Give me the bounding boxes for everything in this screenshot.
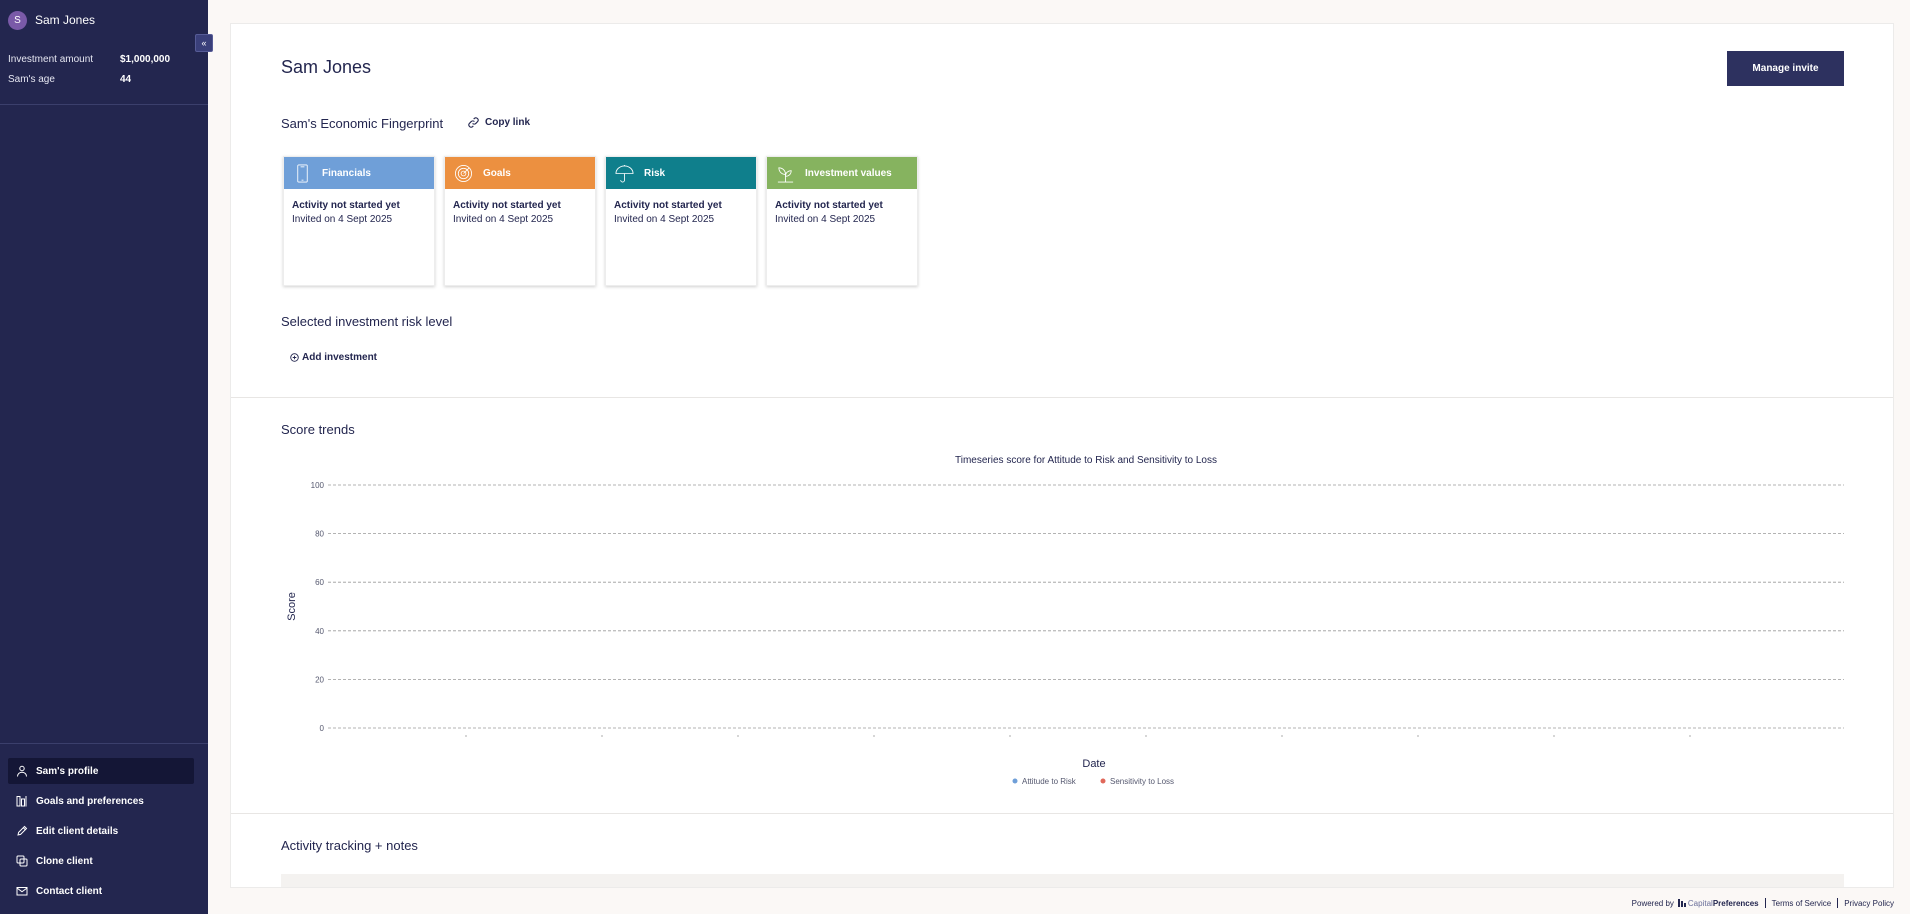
activity-section: Activity tracking + notes xyxy=(231,814,1893,887)
phone-icon xyxy=(297,164,308,182)
chevron-left-icon[interactable]: « xyxy=(195,34,213,52)
sidebar-item-label: Goals and preferences xyxy=(36,795,144,807)
card-goals[interactable]: Goals Activity not started yet Invited o… xyxy=(444,156,596,286)
score-trend-chart: Timeseries score for Attitude to Risk an… xyxy=(286,455,1844,786)
brand-light: Capital xyxy=(1687,898,1713,908)
sidebar-item-contact[interactable]: Contact client xyxy=(8,878,200,904)
pencil-icon xyxy=(17,825,28,836)
info-value: $1,000,000 xyxy=(120,54,171,65)
y-tick-label: 100 xyxy=(311,481,325,490)
powered-by-text: Powered by xyxy=(1631,898,1674,908)
card-invited: Invited on 4 Sept 2025 xyxy=(775,214,876,225)
add-investment-button[interactable]: Add investment xyxy=(290,352,377,363)
bars-icon xyxy=(16,796,27,807)
copy-icon xyxy=(16,855,28,867)
legend-marker xyxy=(1100,778,1106,784)
card-investment-values[interactable]: Investment values Activity not started y… xyxy=(766,156,918,286)
card-title: Risk xyxy=(644,167,666,179)
score-trends-section: Score trends Timeseries score for Attitu… xyxy=(231,398,1893,814)
card-status: Activity not started yet xyxy=(775,200,883,211)
sidebar-item-edit[interactable]: Edit client details xyxy=(8,818,200,844)
card-title: Goals xyxy=(483,167,511,179)
avatar[interactable]: S xyxy=(8,10,27,30)
sidebar-header: S Sam Jones xyxy=(0,0,208,40)
sidebar-item-goals[interactable]: Goals and preferences xyxy=(8,788,200,814)
privacy-link[interactable]: Privacy Policy xyxy=(1844,899,1894,908)
manage-invite-button[interactable]: Manage invite xyxy=(1727,51,1844,86)
card-header: Investment values xyxy=(767,157,917,189)
profile-section: Sam Jones Manage invite Sam's Economic F… xyxy=(231,24,1893,398)
main-content: Sam Jones Manage invite Sam's Economic F… xyxy=(230,23,1894,888)
sidebar-item-clone[interactable]: Clone client xyxy=(8,848,200,874)
add-investment-label: Add investment xyxy=(302,352,378,363)
brand-bold: Preferences xyxy=(1712,898,1759,908)
activity-panel xyxy=(281,874,1844,887)
footer: Powered by Capital Preferences Terms of S… xyxy=(1632,898,1894,908)
fingerprint-title: Sam's Economic Fingerprint xyxy=(281,116,444,131)
y-tick-label: 0 xyxy=(320,724,325,733)
card-risk[interactable]: Risk Activity not started yet Invited on… xyxy=(605,156,757,286)
card-body: Activity not started yet Invited on 4 Se… xyxy=(284,189,434,237)
sidebar-item-label: Edit client details xyxy=(36,825,119,837)
card-financials[interactable]: Financials Activity not started yet Invi… xyxy=(283,156,435,286)
sidebar-item-label: Contact client xyxy=(36,885,103,897)
x-axis-label: Date xyxy=(1082,758,1105,770)
sidebar-item-profile[interactable]: Sam's profile xyxy=(8,758,194,784)
target-icon xyxy=(454,164,473,182)
card-title: Financials xyxy=(322,167,371,179)
sidebar-item-label: Sam's profile xyxy=(36,765,99,777)
umbrella-icon xyxy=(615,164,634,182)
mail-icon xyxy=(16,887,28,896)
legend-marker xyxy=(1012,778,1018,784)
client-info: Investment amount $1,000,000 Sam's age 4… xyxy=(0,40,208,105)
card-status: Activity not started yet xyxy=(614,200,722,211)
card-header: Risk xyxy=(606,157,756,189)
link-icon xyxy=(468,117,479,128)
brand-logo[interactable]: Capital Preferences xyxy=(1677,898,1759,908)
info-row-age: Sam's age 44 xyxy=(8,74,200,85)
card-status: Activity not started yet xyxy=(453,200,561,211)
sidebar-item-label: Clone client xyxy=(36,855,93,867)
footer-divider xyxy=(1764,898,1766,908)
activity-title: Activity tracking + notes xyxy=(281,838,418,853)
card-invited: Invited on 4 Sept 2025 xyxy=(292,214,393,225)
y-tick-label: 20 xyxy=(315,675,324,684)
risk-level-title: Selected investment risk level xyxy=(281,314,453,329)
brand-icon xyxy=(1677,899,1686,907)
fingerprint-cards: Financials Activity not started yet Invi… xyxy=(283,156,927,286)
card-body: Activity not started yet Invited on 4 Se… xyxy=(767,189,917,237)
sidebar-user-name: Sam Jones xyxy=(35,13,96,27)
card-body: Activity not started yet Invited on 4 Se… xyxy=(606,189,756,237)
footer-divider xyxy=(1837,898,1839,908)
card-body: Activity not started yet Invited on 4 Se… xyxy=(445,189,595,237)
info-row-investment: Investment amount $1,000,000 xyxy=(8,54,200,65)
legend-label: Attitude to Risk xyxy=(1022,777,1077,786)
y-tick-label: 60 xyxy=(315,578,324,587)
legend-label: Sensitivity to Loss xyxy=(1110,777,1174,786)
y-tick-label: 80 xyxy=(315,530,324,539)
chart-title: Timeseries score for Attitude to Risk an… xyxy=(955,455,1217,466)
plus-circle-icon xyxy=(290,353,299,362)
y-tick-label: 40 xyxy=(315,627,324,636)
page-title: Sam Jones xyxy=(281,57,372,77)
sidebar-nav: Sam's profile Goals and preferences Edit… xyxy=(0,743,208,914)
terms-link[interactable]: Terms of Service xyxy=(1772,899,1832,908)
info-label: Sam's age xyxy=(8,74,55,85)
y-axis-label: Score xyxy=(286,592,298,621)
card-title: Investment values xyxy=(805,167,892,179)
copy-link-label: Copy link xyxy=(485,117,531,128)
info-value: 44 xyxy=(120,74,132,85)
card-header: Financials xyxy=(284,157,434,189)
card-invited: Invited on 4 Sept 2025 xyxy=(614,214,715,225)
card-invited: Invited on 4 Sept 2025 xyxy=(453,214,554,225)
info-label: Investment amount xyxy=(8,54,94,65)
person-icon xyxy=(17,765,27,777)
card-header: Goals xyxy=(445,157,595,189)
card-status: Activity not started yet xyxy=(292,200,400,211)
copy-link-button[interactable]: Copy link xyxy=(467,116,530,129)
sidebar: S Sam Jones « Investment amount $1,000,0… xyxy=(0,0,213,914)
plant-icon xyxy=(777,166,794,182)
